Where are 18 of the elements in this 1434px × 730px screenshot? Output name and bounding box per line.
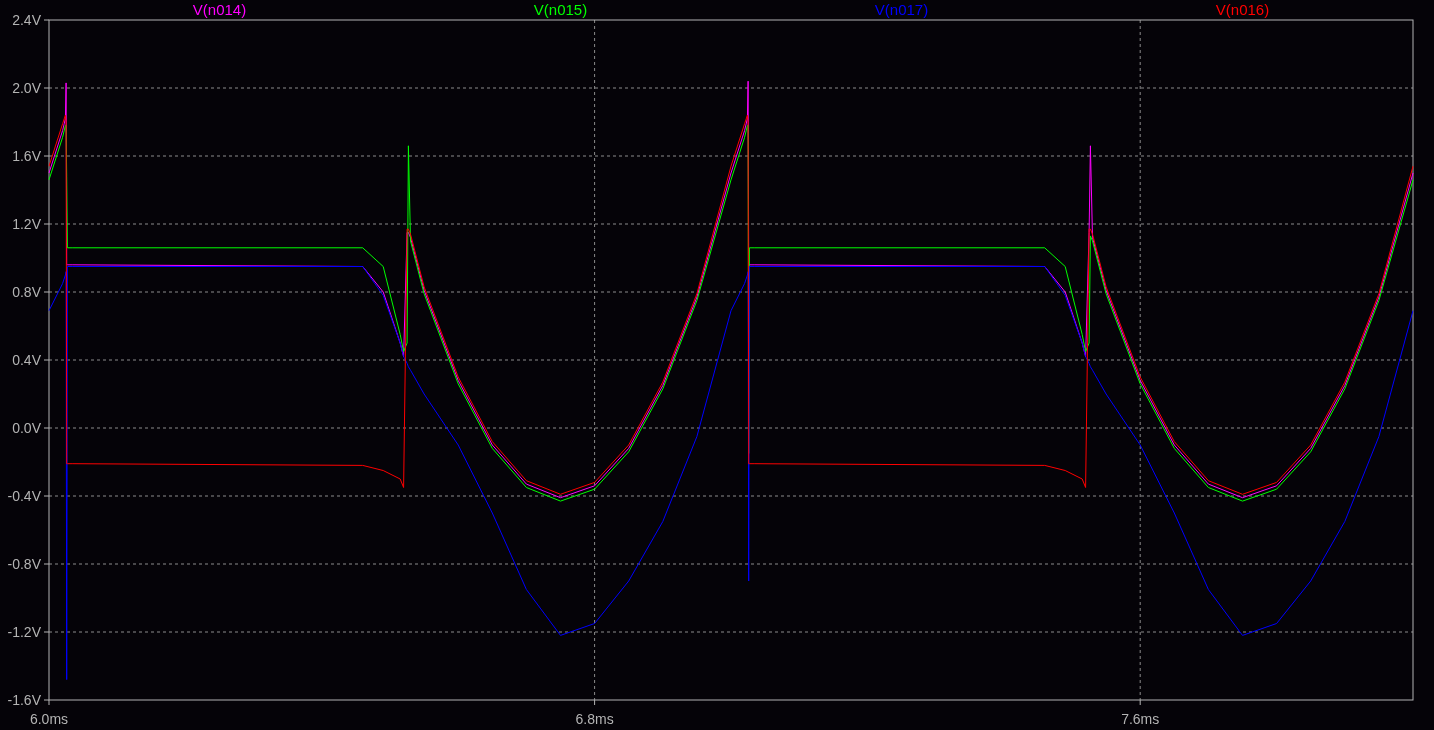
axis-tick-label: 2.4V	[12, 12, 41, 28]
trace-label: V(n014)	[192, 1, 247, 18]
trace-label: V(n015)	[533, 1, 588, 18]
axis-tick-label: 6.8ms	[575, 711, 614, 727]
axis-tick-label: 2.0V	[12, 80, 41, 96]
axis-tick-label: -0.8V	[7, 556, 41, 572]
axis-tick-label: -1.6V	[7, 692, 41, 708]
axis-tick-label: 0.4V	[12, 352, 41, 368]
axis-tick-label: -1.2V	[7, 624, 41, 640]
axis-tick-label: 7.6ms	[1121, 711, 1160, 727]
axis-tick-label: -0.4V	[7, 488, 41, 504]
trace-label: V(n017)	[874, 1, 929, 18]
trace-label: V(n016)	[1215, 1, 1270, 18]
axis-tick-label: 1.6V	[12, 148, 41, 164]
axis-tick-label: 6.0ms	[29, 711, 69, 727]
axis-tick-label: 0.0V	[12, 420, 41, 436]
axis-tick-label: 0.8V	[12, 284, 41, 300]
axis-tick-label: 1.2V	[12, 216, 41, 232]
